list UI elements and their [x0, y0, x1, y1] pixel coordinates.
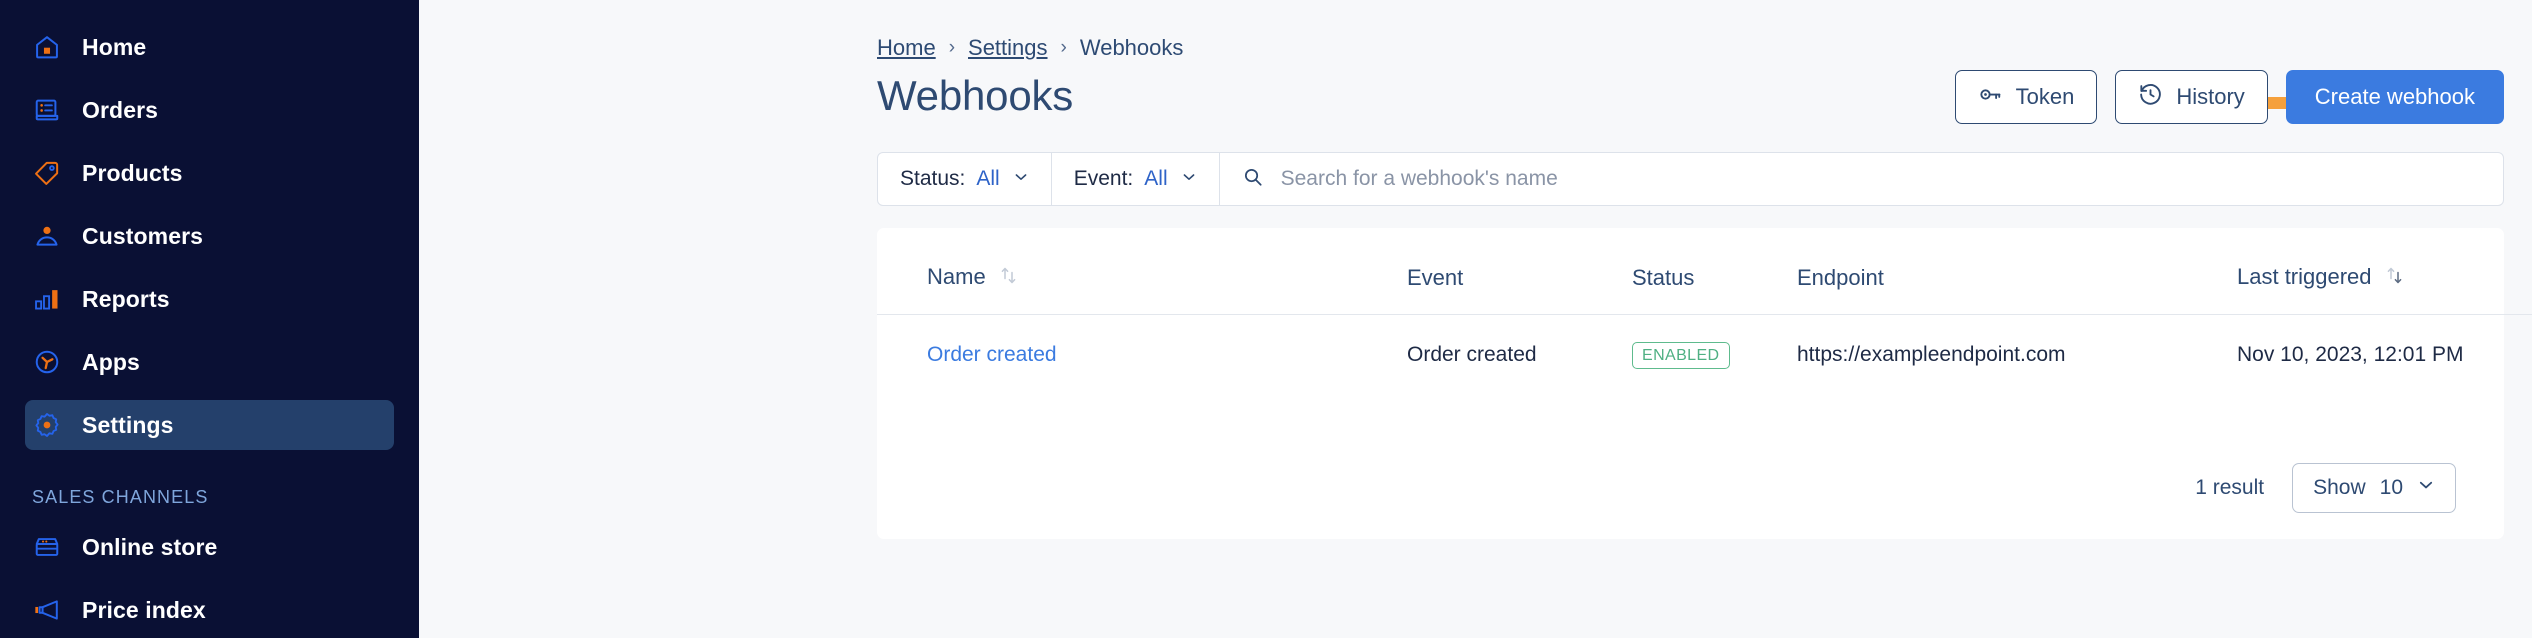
status-filter-label: Status:: [900, 167, 966, 190]
table-body: Order created Order created ENABLED http…: [877, 315, 2532, 396]
sidebar-item-label: Apps: [82, 348, 140, 375]
sidebar-item-apps[interactable]: Apps: [25, 337, 394, 387]
sidebar-item-label: Reports: [82, 285, 170, 312]
sidebar-item-online-store[interactable]: Online store: [25, 522, 394, 572]
key-icon: [1978, 82, 2003, 113]
event-filter-label: Event:: [1073, 167, 1134, 190]
customers-icon: [32, 221, 62, 251]
breadcrumb: Home › Settings › Webhooks: [877, 35, 1183, 61]
orders-icon: [32, 95, 62, 125]
chevron-down-icon: [2417, 476, 2435, 500]
sidebar-item-orders[interactable]: Orders: [25, 85, 394, 135]
sidebar-item-label: Products: [82, 159, 183, 186]
cell-endpoint: https://exampleendpoint.com: [1797, 343, 2066, 366]
sidebar-section-title: SALES CHANNELS: [32, 487, 209, 507]
search-input[interactable]: [1280, 167, 2481, 191]
column-header-event: Event: [1407, 228, 1632, 315]
table-footer: 1 result Show 10: [2195, 463, 2456, 513]
breadcrumb-current: Webhooks: [1079, 35, 1184, 60]
sort-icon: [2386, 265, 2403, 292]
result-count: 1 result: [2195, 476, 2265, 499]
cell-status: ENABLED: [1632, 315, 1797, 396]
sidebar-item-label: Online store: [82, 533, 218, 560]
cell-event: Order created: [1407, 343, 1537, 366]
sidebar-item-label: Home: [82, 33, 147, 60]
online-store-icon: [32, 532, 62, 562]
sidebar-item-price-index[interactable]: Price index: [25, 585, 394, 635]
create-webhook-button-label: Create webhook: [2314, 84, 2475, 109]
chevron-down-icon: [1013, 169, 1029, 189]
column-header-last-triggered-label: Last triggered: [2237, 264, 2372, 289]
sidebar-item-label: Customers: [82, 222, 204, 249]
chevron-down-icon: [1181, 169, 1197, 189]
header-actions: Token History Create webhook: [1954, 70, 2504, 124]
page-size-select[interactable]: Show 10: [2292, 463, 2456, 513]
page-title: Webhooks: [877, 72, 1074, 119]
webhooks-table: Name Event Status Endpoint Last triggere…: [877, 228, 2532, 395]
breadcrumb-settings[interactable]: Settings: [968, 35, 1048, 61]
table-row: Order created Order created ENABLED http…: [877, 315, 2532, 396]
history-button[interactable]: History: [2115, 70, 2268, 124]
event-filter[interactable]: Event: All: [1052, 153, 1220, 205]
column-header-endpoint: Endpoint: [1797, 228, 2237, 315]
cell-last-triggered: Nov 10, 2023, 12:01 PM: [2237, 343, 2464, 366]
webhooks-table-card: Name Event Status Endpoint Last triggere…: [877, 228, 2532, 539]
main-content: Home › Settings › Webhooks Webhooks Toke…: [419, 0, 2532, 638]
breadcrumb-separator-icon: ›: [1060, 37, 1067, 58]
sidebar-item-label: Price index: [82, 596, 206, 623]
sidebar-item-settings[interactable]: Settings: [25, 400, 394, 450]
products-tag-icon: [32, 158, 62, 188]
home-icon: [32, 32, 62, 62]
column-header-status: Status: [1632, 228, 1797, 315]
token-button-label: Token: [2015, 84, 2075, 109]
breadcrumb-separator-icon: ›: [948, 37, 956, 58]
search-icon: [1242, 166, 1264, 193]
sidebar-item-label: Orders: [82, 96, 159, 123]
reports-bars-icon: [32, 284, 62, 314]
gear-icon: [32, 410, 62, 440]
sort-icon: [1000, 265, 1017, 292]
sidebar: Home Orders Products Customers Reports A…: [0, 0, 419, 638]
webhook-name-link[interactable]: Order created: [927, 343, 1057, 366]
sidebar-item-label: Settings: [82, 411, 174, 438]
page-size-value: 10: [2379, 476, 2403, 499]
event-filter-value: All: [1144, 167, 1168, 190]
history-clock-icon: [2138, 82, 2163, 113]
search-area: [1220, 153, 2503, 205]
status-badge: ENABLED: [1632, 341, 1730, 369]
column-header-name[interactable]: Name: [877, 228, 1407, 315]
page-size-label: Show: [2313, 476, 2366, 499]
history-button-label: History: [2176, 84, 2245, 109]
status-filter-value: All: [976, 167, 1000, 190]
token-button[interactable]: Token: [1954, 70, 2098, 124]
table-header: Name Event Status Endpoint Last triggere…: [877, 228, 2532, 315]
column-header-name-label: Name: [927, 264, 986, 289]
breadcrumb-home[interactable]: Home: [877, 35, 936, 61]
column-header-last-triggered[interactable]: Last triggered: [2237, 228, 2532, 315]
sidebar-item-reports[interactable]: Reports: [25, 274, 394, 324]
app-root: Home Orders Products Customers Reports A…: [0, 0, 2532, 638]
sidebar-item-products[interactable]: Products: [25, 148, 394, 198]
status-filter[interactable]: Status: All: [878, 153, 1052, 205]
apps-icon: [32, 347, 62, 377]
megaphone-icon: [32, 595, 62, 625]
filter-bar: Status: All Event: All: [877, 152, 2504, 206]
sidebar-item-home[interactable]: Home: [25, 22, 394, 72]
cell-name: Order created: [877, 315, 1407, 396]
sidebar-item-customers[interactable]: Customers: [25, 211, 394, 261]
create-webhook-button[interactable]: Create webhook: [2285, 70, 2504, 124]
